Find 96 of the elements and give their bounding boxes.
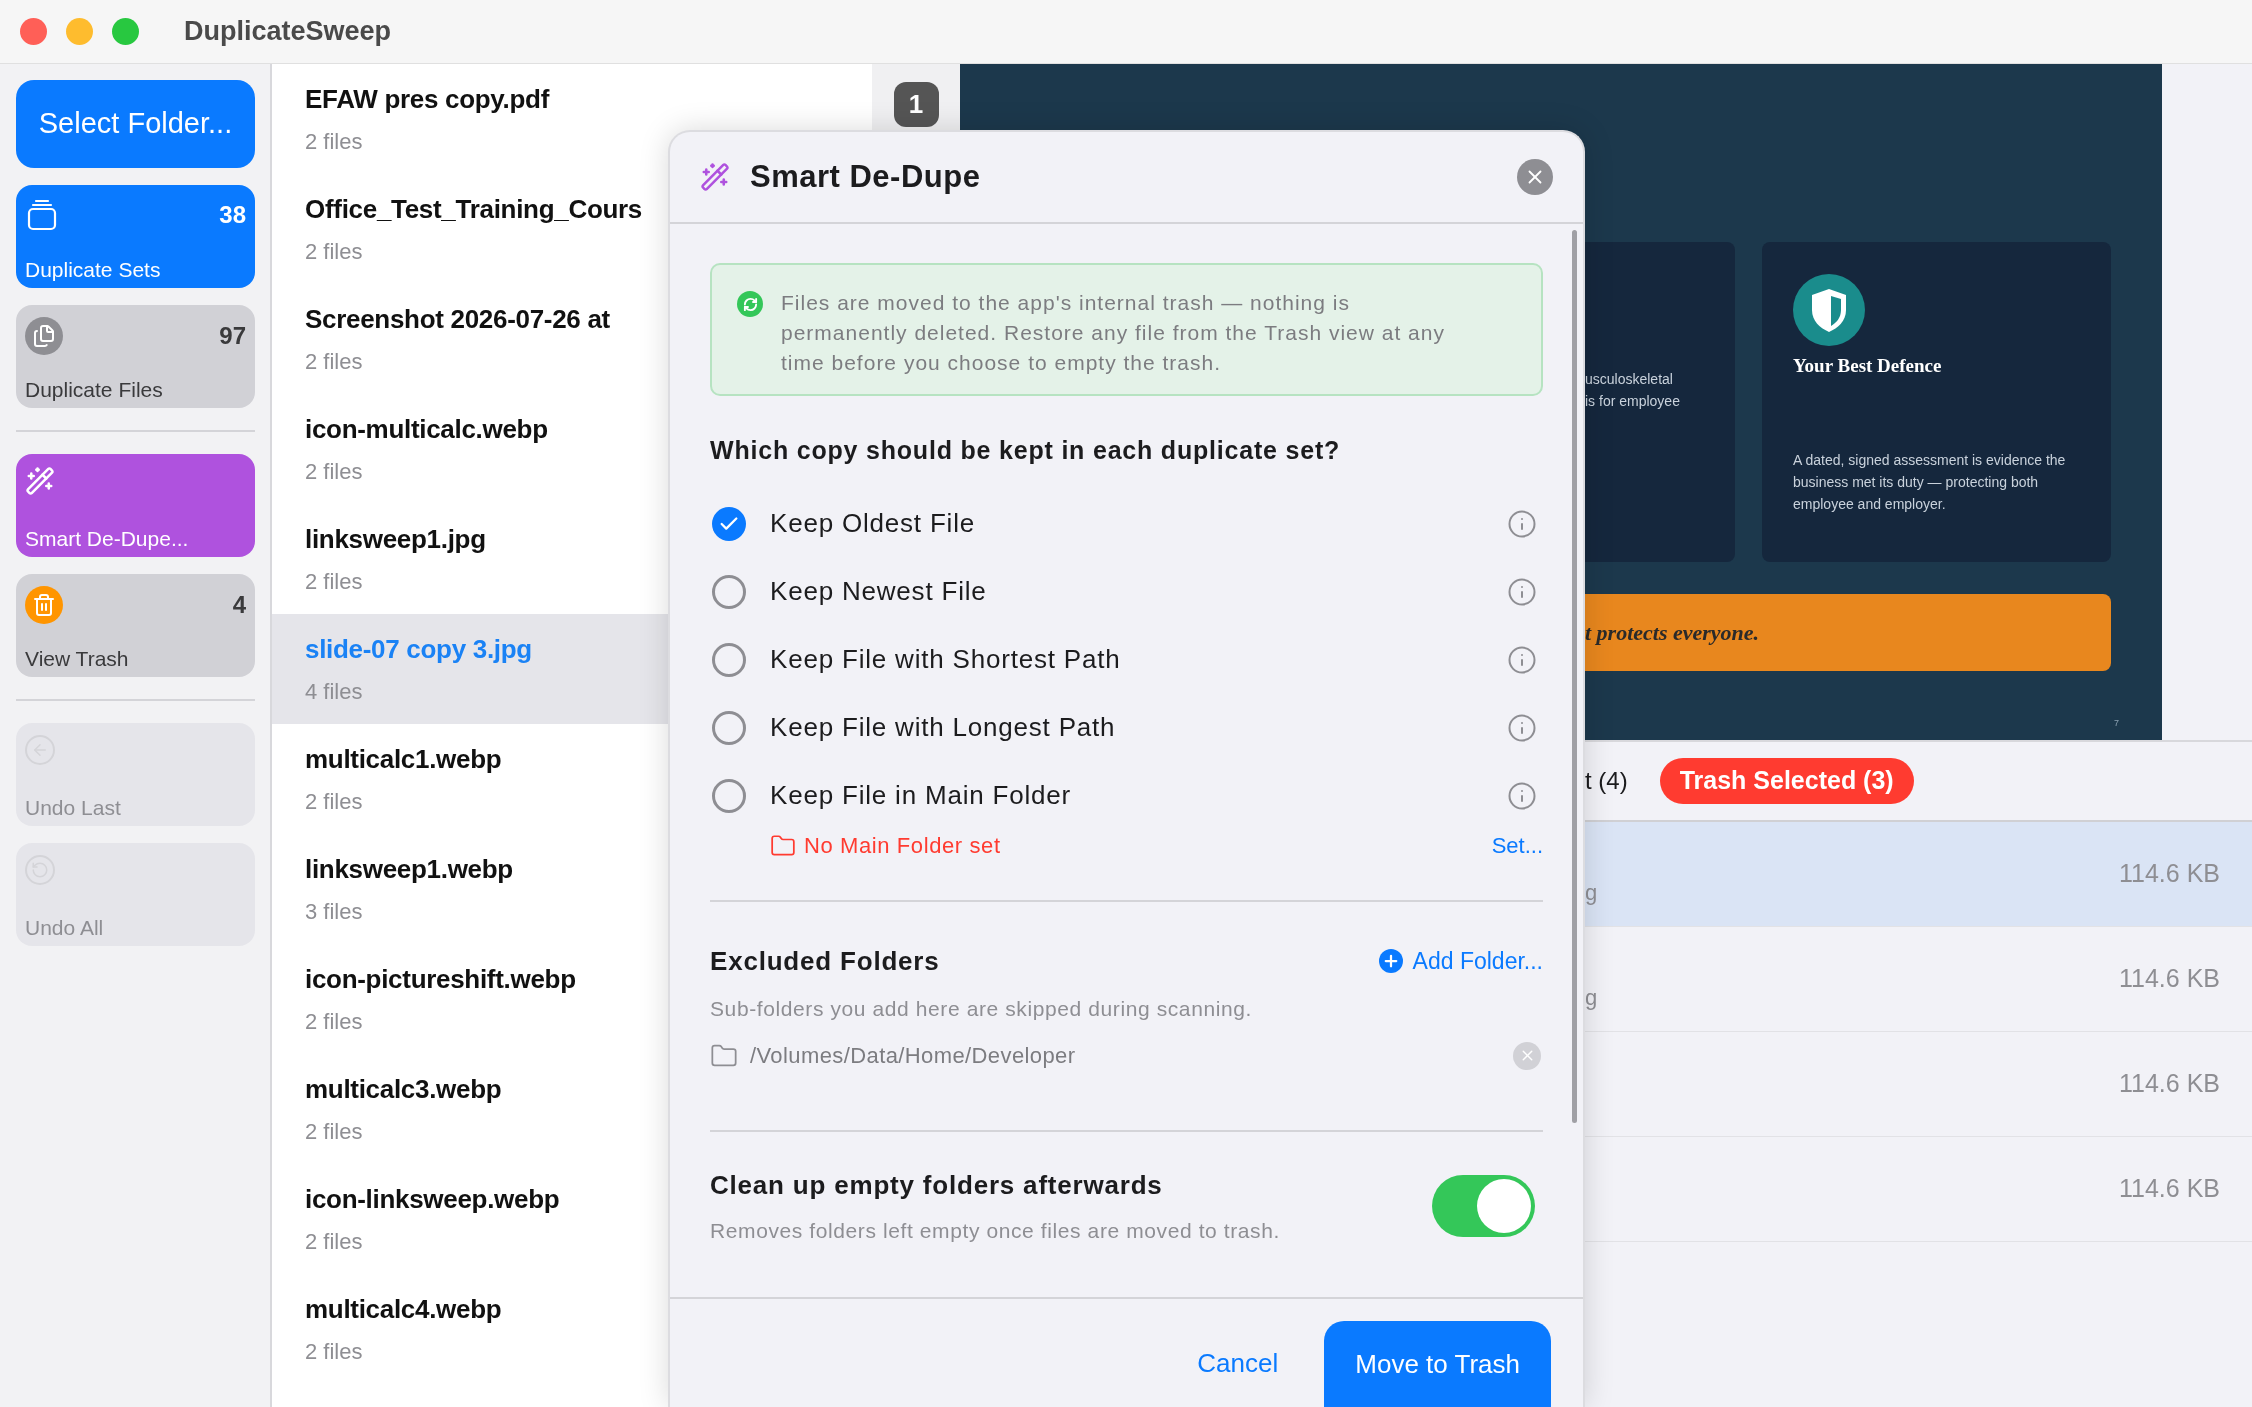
info-icon[interactable] [1507,576,1537,607]
page-number: 7 [2114,716,2119,730]
radio-button[interactable] [712,710,746,745]
card-text: is for employee [1585,392,1681,411]
section-title: Clean up empty folders afterwards [710,1169,1164,1202]
file-name: icon-multicalc.webp [305,413,548,446]
sidebar-item[interactable]: 38 Duplicate Sets [16,185,255,288]
radio-button[interactable] [712,506,746,541]
keep-option[interactable]: Keep Oldest File [710,489,1543,558]
option-label: Keep File in Main Folder [770,779,1071,812]
folder-icon [770,832,796,859]
remove-button[interactable] [1513,1041,1541,1070]
file-count: 2 files [305,1228,363,1256]
radio-button[interactable] [712,574,746,609]
add-folder-button[interactable]: Add Folder... [1378,943,1543,979]
files-icon [25,317,63,355]
file-name: EFAW pres copy.pdf [305,83,550,116]
sidebar-item[interactable]: 4 View Trash [16,574,255,677]
file-name: multicalc3.webp [305,1073,502,1106]
file-count: 2 files [305,348,363,376]
file-count: 4 files [305,678,363,706]
toolbar-text: t (4) [1585,766,1628,796]
card-text: usculoskeletal [1585,370,1674,389]
file-name: icon-linksweep.webp [305,1183,560,1216]
window-title: DuplicateSweep [184,15,392,49]
magic-wand-icon [700,162,730,192]
info-icon[interactable] [1507,712,1537,743]
file-count: 2 files [305,568,363,596]
file-count: 2 files [305,788,363,816]
info-icon[interactable] [1507,508,1537,539]
section-title: Excluded Folders [710,944,940,978]
question-text: Which copy should be kept in each duplicate set? [710,435,1342,466]
file-count: 2 files [305,1338,363,1366]
minimize-window-button[interactable] [66,18,93,45]
close-window-button[interactable] [20,18,47,45]
sidebar-label: Undo Last [25,797,122,818]
count-label: 38 [219,200,246,230]
radio-button[interactable] [712,642,746,677]
sidebar-item[interactable]: 97 Duplicate Files [16,305,255,408]
select-folder-button[interactable]: Select Folder... [16,80,255,168]
file-name: multicalc1.webp [305,743,502,776]
trash-icon [25,586,63,624]
file-count: 2 files [305,1118,363,1146]
file-name: Screenshot 2026-07-26 at [305,303,610,336]
count-label: 4 [232,590,246,620]
file-name: linksweep1.jpg [305,523,486,556]
file-name: slide-07 copy 3.jpg [305,633,532,666]
file-size: 114.6 KB [2119,1068,2220,1100]
file-path-fragment: g [1585,983,1598,1012]
sidebar-label: View Trash [25,648,130,669]
sidebar-label: Duplicate Files [25,379,164,400]
section-hint: Sub-folders you add here are skipped during scanning. [710,995,1253,1022]
file-name: multicalc4.webp [305,1293,502,1326]
zoom-window-button[interactable] [112,18,139,45]
file-count: 2 files [305,458,363,486]
sidebar-label: Smart De-Dupe... [25,528,190,549]
section-hint: Removes folders left empty once files are moved to trash. [710,1218,1280,1244]
banner-text: t protects everyone. [1585,619,1760,647]
add-icon [1378,949,1403,973]
option-label: Keep Newest File [770,575,987,608]
file-count: 3 files [305,898,363,926]
set-link[interactable]: Set... [1491,829,1543,862]
close-button[interactable] [1517,159,1553,195]
dialog-title: Smart De-Dupe [750,157,981,196]
file-count: 2 files [305,128,363,156]
info-icon[interactable] [1507,644,1537,675]
option-label: Keep Oldest File [770,507,975,540]
file-path-fragment: g [1585,878,1598,907]
file-name: icon-pictureshift.webp [305,963,576,996]
notice-text: Files are moved to the app's internal trash — nothing is permanently deleted. Restore any file from the Trash view at any time before you choose to empty the trash. [781,290,1446,376]
file-count: 2 files [305,1008,363,1036]
file-name: linksweep1.webp [305,853,513,886]
file-size: 114.6 KB [2119,1173,2220,1205]
page-badge: 1 [893,82,939,127]
radio-button[interactable] [712,778,746,813]
magic-wand-icon [25,466,55,496]
sidebar-item[interactable]: Smart De-Dupe... [16,454,255,557]
sidebar-label: Duplicate Sets [25,259,162,280]
move-to-trash-button[interactable]: Move to Trash [1324,1321,1551,1407]
card-text: A dated, signed assessment is evidence the business met its duty — protecting both employee and employer. [1793,450,2067,514]
file-size: 114.6 KB [2119,858,2220,890]
file-count: 2 files [305,238,363,266]
card-title: Your Best Defence [1793,354,1943,378]
refresh-icon [737,291,763,317]
file-size: 114.6 KB [2119,963,2220,995]
folder-path: /Volumes/Data/Home/Developer [750,1042,1076,1070]
sidebar-label: Undo All [25,917,105,938]
count-label: 97 [219,321,246,351]
cancel-button[interactable]: Cancel [1197,1344,1279,1383]
warning-text: No Main Folder set [804,832,1001,860]
shield-icon [1793,274,1865,346]
trash-selected-button[interactable]: Trash Selected (3) [1659,758,1914,804]
file-name: Office_Test_Training_Cours [305,193,643,226]
stack-icon [25,198,59,232]
keep-option[interactable]: Keep File in Main Folder [710,761,1543,830]
info-icon[interactable] [1507,780,1537,811]
